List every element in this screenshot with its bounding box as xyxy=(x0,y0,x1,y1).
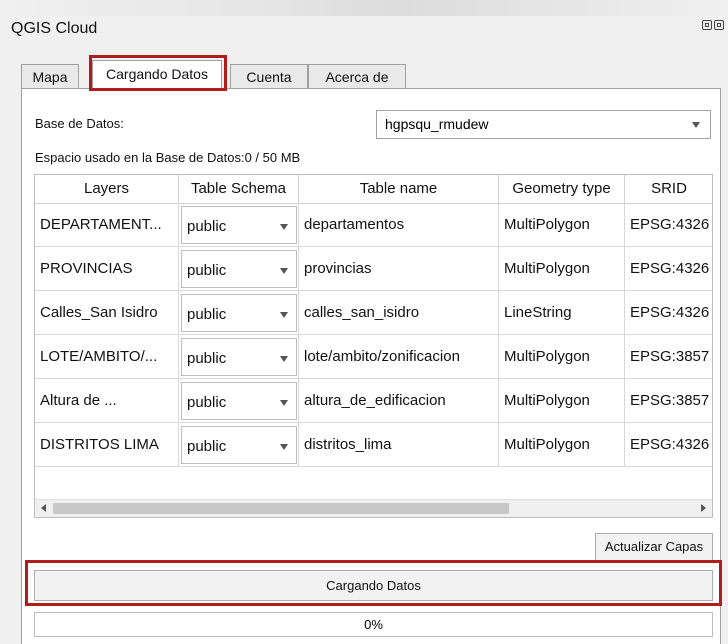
progress-text: 0% xyxy=(364,617,383,632)
cell-geometry-type: LineString xyxy=(499,291,625,334)
tab-mapa[interactable]: Mapa xyxy=(21,64,79,89)
cell-layer: DEPARTAMENT... xyxy=(35,203,179,246)
cell-table-name[interactable]: lote/ambito/zonificacion xyxy=(299,335,499,378)
cell-srid: EPSG:4326 xyxy=(625,423,712,466)
schema-select-value: public xyxy=(187,438,227,455)
table-header: Layers Table Schema Table name Geometry … xyxy=(35,175,712,204)
tab-acerca-de[interactable]: Acerca de xyxy=(308,64,406,89)
header-layers[interactable]: Layers xyxy=(35,175,179,203)
database-select[interactable]: hgpsqu_rmudew xyxy=(376,110,711,139)
table-row[interactable]: Altura de ... public altura_de_edificaci… xyxy=(35,379,712,423)
cell-table-name[interactable]: calles_san_isidro xyxy=(299,291,499,334)
table-row[interactable]: Calles_San Isidro public calles_san_isid… xyxy=(35,291,712,335)
schema-select-value: public xyxy=(187,218,227,235)
refresh-layers-button[interactable]: Actualizar Capas xyxy=(595,533,713,561)
cell-table-name[interactable]: altura_de_edificacion xyxy=(299,379,499,422)
cell-geometry-type: MultiPolygon xyxy=(499,203,625,246)
schema-select[interactable]: public xyxy=(179,335,299,378)
header-table-schema[interactable]: Table Schema xyxy=(179,175,299,203)
upload-data-button[interactable]: Cargando Datos xyxy=(34,570,713,601)
schema-select[interactable]: public xyxy=(179,423,299,466)
schema-select-value: public xyxy=(187,262,227,279)
table-row[interactable]: DEPARTAMENT... public departamentos Mult… xyxy=(35,203,712,247)
header-geometry-type[interactable]: Geometry type xyxy=(499,175,625,203)
schema-select[interactable]: public xyxy=(179,203,299,246)
cell-layer: LOTE/AMBITO/... xyxy=(35,335,179,378)
table-row[interactable]: LOTE/AMBITO/... public lote/ambito/zonif… xyxy=(35,335,712,379)
chevron-down-icon xyxy=(280,444,288,450)
cell-geometry-type: MultiPolygon xyxy=(499,379,625,422)
schema-select-value: public xyxy=(187,306,227,323)
table-row[interactable]: PROVINCIAS public provincias MultiPolygo… xyxy=(35,247,712,291)
cell-geometry-type: MultiPolygon xyxy=(499,247,625,290)
cell-table-name[interactable]: departamentos xyxy=(299,203,499,246)
chevron-down-icon xyxy=(692,122,700,128)
top-background xyxy=(0,0,728,16)
space-used-label: Espacio usado en la Base de Datos:0 / 50… xyxy=(35,150,301,165)
scroll-left-icon[interactable] xyxy=(41,504,46,512)
window-controls xyxy=(702,20,724,30)
schema-select[interactable]: public xyxy=(179,291,299,334)
chevron-down-icon xyxy=(280,312,288,318)
chevron-down-icon xyxy=(280,400,288,406)
layers-table: Layers Table Schema Table name Geometry … xyxy=(34,174,713,518)
chevron-down-icon xyxy=(280,356,288,362)
horizontal-scrollbar[interactable] xyxy=(35,499,712,517)
window-title: QGIS Cloud xyxy=(11,20,98,37)
cell-srid: EPSG:3857 xyxy=(625,335,712,378)
database-select-value: hgpsqu_rmudew xyxy=(385,116,489,132)
tab-cargando-datos[interactable]: Cargando Datos xyxy=(92,60,222,90)
progress-bar: 0% xyxy=(34,612,713,637)
cell-srid: EPSG:4326 xyxy=(625,203,712,246)
tab-cuenta[interactable]: Cuenta xyxy=(230,64,308,89)
chevron-down-icon xyxy=(280,268,288,274)
database-label: Base de Datos: xyxy=(35,116,124,131)
cell-srid: EPSG:4326 xyxy=(625,247,712,290)
close-icon[interactable] xyxy=(714,20,724,30)
schema-select-value: public xyxy=(187,350,227,367)
scroll-right-icon[interactable] xyxy=(701,504,706,512)
cell-layer: Altura de ... xyxy=(35,379,179,422)
table-row[interactable]: DISTRITOS LIMA public distritos_lima Mul… xyxy=(35,423,712,467)
schema-select[interactable]: public xyxy=(179,379,299,422)
scrollbar-thumb[interactable] xyxy=(53,503,509,514)
schema-select-value: public xyxy=(187,394,227,411)
cell-layer: Calles_San Isidro xyxy=(35,291,179,334)
header-srid[interactable]: SRID xyxy=(625,175,712,203)
chevron-down-icon xyxy=(280,224,288,230)
cell-srid: EPSG:3857 xyxy=(625,379,712,422)
cell-layer: DISTRITOS LIMA xyxy=(35,423,179,466)
restore-icon[interactable] xyxy=(702,20,712,30)
schema-select[interactable]: public xyxy=(179,247,299,290)
cell-srid: EPSG:4326 xyxy=(625,291,712,334)
cell-layer: PROVINCIAS xyxy=(35,247,179,290)
cell-geometry-type: MultiPolygon xyxy=(499,335,625,378)
cell-geometry-type: MultiPolygon xyxy=(499,423,625,466)
cell-table-name[interactable]: provincias xyxy=(299,247,499,290)
cell-table-name[interactable]: distritos_lima xyxy=(299,423,499,466)
header-table-name[interactable]: Table name xyxy=(299,175,499,203)
